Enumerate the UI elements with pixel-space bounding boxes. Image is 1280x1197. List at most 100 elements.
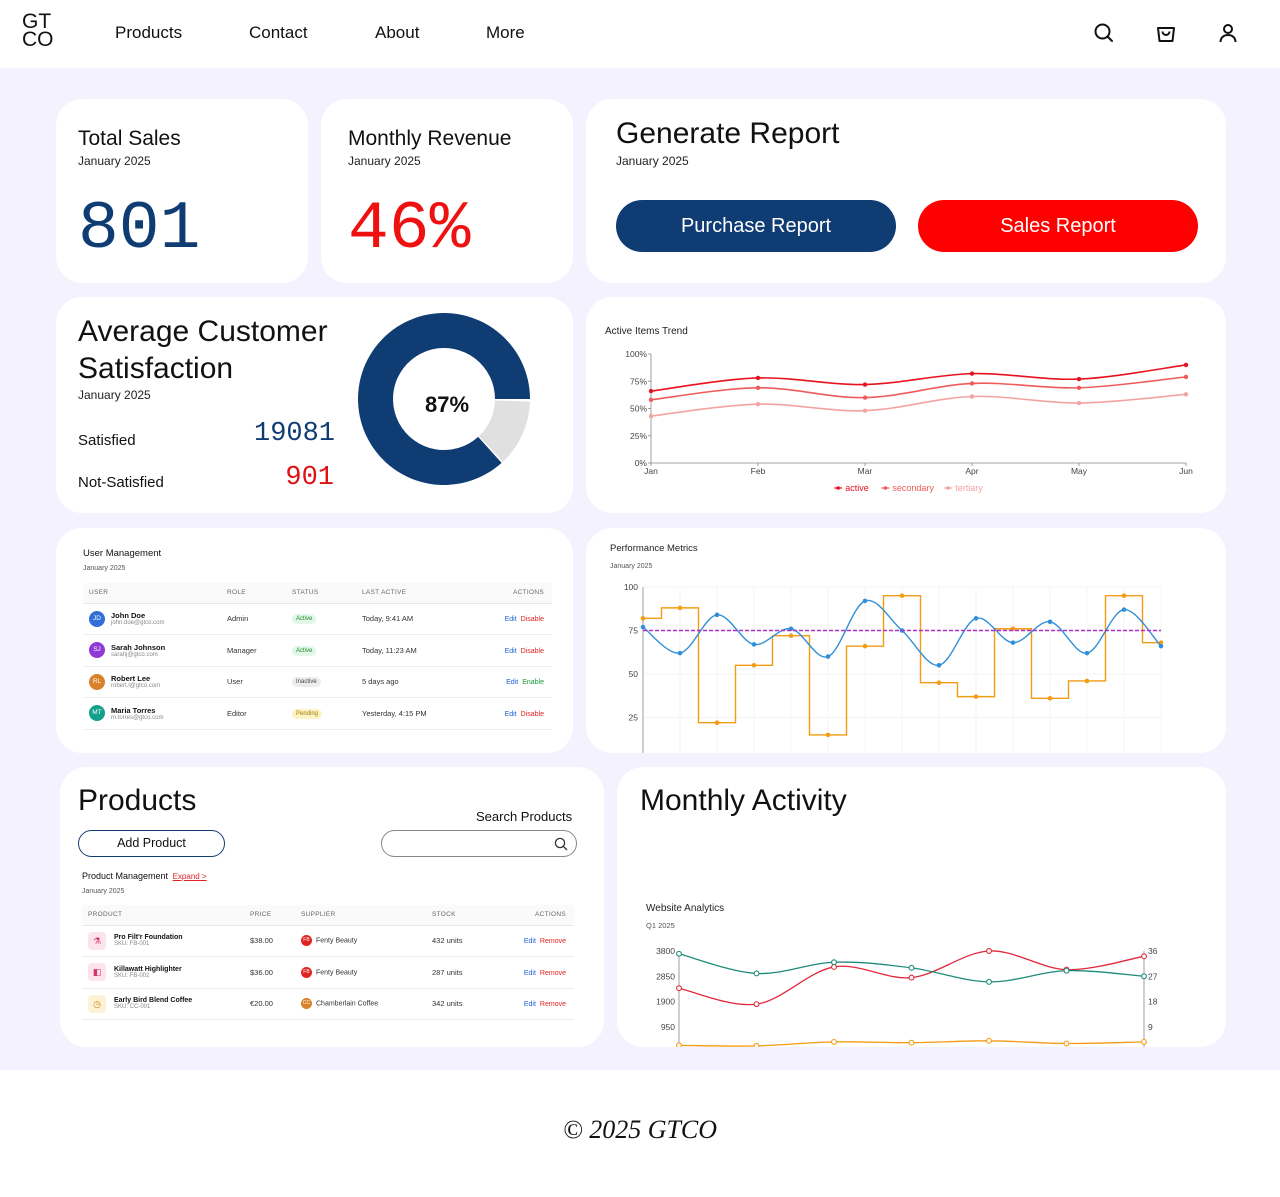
- remove-button[interactable]: Remove: [540, 938, 566, 945]
- data-point-active: [648, 388, 654, 394]
- data-point-efficiency: [714, 720, 720, 726]
- expand-link[interactable]: Expand >: [173, 872, 207, 881]
- data-point: [831, 963, 837, 970]
- avatar: MT: [89, 705, 105, 722]
- edit-button[interactable]: Edit: [505, 616, 517, 623]
- footer-copyright: © 2025 GTCO: [562, 1115, 718, 1144]
- data-point: [753, 970, 760, 977]
- user-cell: RL Robert Lee robert.l@gtco.com: [83, 666, 221, 698]
- not-satisfied-value: 901: [285, 463, 334, 493]
- data-point-efficiency: [1084, 678, 1090, 684]
- data-point-tertiary: [1076, 400, 1082, 406]
- user-email: robert.l@gtco.com: [111, 683, 161, 690]
- data-point-efficiency: [751, 663, 757, 668]
- products-card: Products Add Product Search Products Pro…: [60, 767, 604, 1047]
- search-products-input[interactable]: [381, 830, 577, 857]
- user-status-cell: Pending: [286, 697, 356, 730]
- purchase-report-button[interactable]: Purchase Report: [616, 200, 896, 252]
- remove-button[interactable]: Remove: [540, 970, 566, 977]
- product-cell: ◷ Early Bird Blend Coffee SKU: CC-001: [82, 988, 244, 1020]
- y-tick-label-left: 3800: [656, 946, 675, 956]
- remove-button[interactable]: Remove: [540, 1001, 566, 1008]
- data-point: [1141, 953, 1147, 960]
- data-point: [908, 964, 915, 971]
- user-actions: Edit Enable: [476, 666, 552, 698]
- monthly-revenue-value: 46%: [348, 191, 471, 268]
- card-period: January 2025: [78, 388, 151, 402]
- products-table: PRODUCT PRICE SUPPLIER STOCK ACTIONS ⚗ Pr…: [82, 905, 574, 1020]
- data-point-secondary: [648, 397, 654, 402]
- product-actions: Edit Remove: [506, 925, 574, 957]
- product-name: Killawatt Highlighter: [114, 965, 182, 973]
- card-period: January 2025: [616, 154, 689, 168]
- cart-icon[interactable]: [1154, 21, 1178, 45]
- total-sales-value: 801: [78, 191, 201, 268]
- edit-button[interactable]: Edit: [505, 648, 517, 655]
- user-status-cell: Inactive: [286, 666, 356, 698]
- user-email: sarahj@gtco.com: [111, 651, 158, 658]
- user-cell: MT Maria Torres m.torres@gtco.com: [83, 697, 221, 730]
- nav-more[interactable]: More: [486, 23, 525, 43]
- user-status-cell: Active: [286, 603, 356, 635]
- product-price: $36.00: [244, 956, 295, 989]
- data-point-efficiency: [677, 605, 683, 611]
- not-satisfied-label: Not-Satisfied: [78, 474, 164, 491]
- data-point-active: [969, 371, 975, 376]
- nav-contact[interactable]: Contact: [249, 23, 308, 43]
- add-product-button[interactable]: Add Product: [78, 830, 225, 857]
- search-icon[interactable]: [1092, 21, 1116, 45]
- product-supplier-cell: FB Fenty Beauty: [295, 925, 426, 957]
- user-row: SJ Sarah Johnson sarahj@gtco.com Manager Act…: [83, 634, 552, 667]
- user-management-title: User Management: [83, 548, 162, 559]
- x-tick-label: Mar: [858, 466, 873, 476]
- product-row: ⚗ Pro Filt'r Foundation SKU: FB-001 $38.00 F…: [82, 925, 574, 957]
- col-actions: ACTIONS: [506, 905, 574, 926]
- product-name: Pro Filt'r Foundation: [114, 934, 183, 942]
- edit-button[interactable]: Edit: [506, 679, 518, 686]
- card-period: January 2025: [78, 154, 151, 168]
- nav-products[interactable]: Products: [115, 23, 182, 43]
- series-line-tertiary: [650, 393, 1187, 417]
- product-price: €20.00: [244, 988, 295, 1020]
- edit-button[interactable]: Edit: [524, 1001, 536, 1008]
- edit-button[interactable]: Edit: [524, 938, 536, 945]
- legend-marker: [836, 486, 840, 490]
- user-name: Robert Lee: [111, 674, 151, 684]
- product-sku: SKU: CC-001: [114, 1004, 151, 1011]
- y-tick-label: 75: [629, 626, 639, 636]
- search-icon[interactable]: [554, 837, 568, 851]
- monthly-revenue-card: Monthly Revenue January 2025 46%: [321, 99, 573, 283]
- user-icon[interactable]: [1216, 21, 1240, 45]
- col-role: ROLE: [221, 583, 286, 604]
- user-name: Sarah Johnson: [111, 642, 166, 652]
- data-point: [986, 948, 992, 954]
- data-point-capacity: [1121, 607, 1127, 612]
- performance-card: Performance MetricsJanuary 2025025507510…: [586, 528, 1226, 753]
- disable-button[interactable]: Disable: [521, 616, 544, 623]
- chart-subtitle: Q1 2025: [646, 921, 675, 930]
- data-point: [908, 1039, 915, 1046]
- sales-report-button[interactable]: Sales Report: [918, 200, 1198, 252]
- nav-about[interactable]: About: [375, 23, 419, 43]
- data-point-tertiary: [755, 401, 761, 407]
- data-point: [1141, 973, 1147, 980]
- disable-button[interactable]: Disable: [521, 648, 544, 655]
- data-point-active: [1076, 376, 1082, 382]
- satisfied-value: 19081: [254, 419, 336, 449]
- brand-logo[interactable]: GT CO: [22, 11, 54, 50]
- data-point: [908, 974, 915, 981]
- user-last-active: 5 days ago: [356, 666, 476, 698]
- enable-button[interactable]: Enable: [522, 679, 544, 686]
- edit-button[interactable]: Edit: [505, 711, 517, 718]
- edit-button[interactable]: Edit: [524, 970, 536, 977]
- supplier-logo-icon: CC: [301, 998, 312, 1010]
- data-point-efficiency: [1121, 593, 1127, 598]
- x-tick-label: May: [1071, 466, 1088, 476]
- data-point: [831, 1038, 837, 1045]
- products-title: Products: [78, 784, 197, 817]
- user-cell: JD John Doe john.doe@gtco.com: [83, 603, 221, 635]
- avatar: SJ: [89, 642, 105, 659]
- data-point: [986, 978, 992, 985]
- legend-label: active: [845, 483, 869, 493]
- disable-button[interactable]: Disable: [521, 711, 544, 718]
